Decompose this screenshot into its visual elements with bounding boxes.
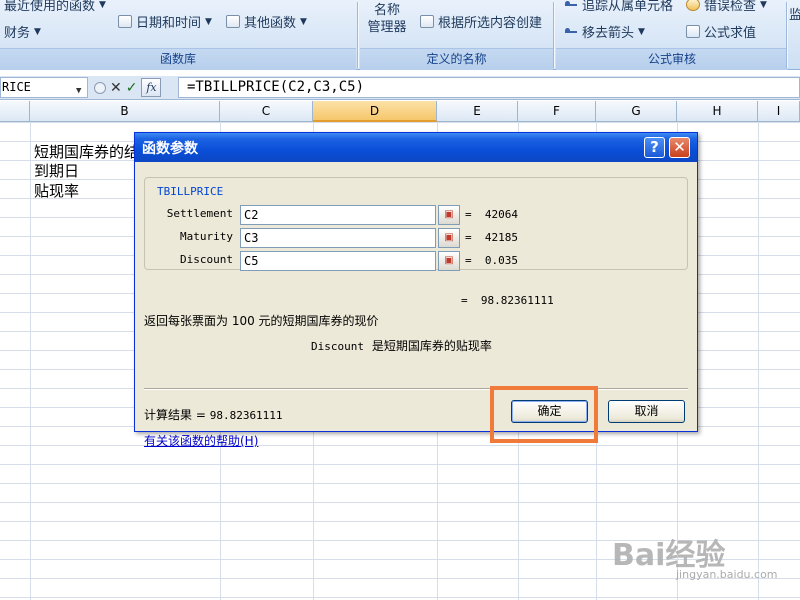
function-library-group: 最近使用的函数 ▼ 财务 ▼ 日期和时间 ▼ 其他函数 ▼ 函数库 — [0, 0, 356, 70]
baidu-watermark: Bai经验 jingyan.baidu.com — [612, 530, 778, 581]
formula-bar: RICE ▼ ✕ ✓ fx =TBILLPRICE(C2,C3,C5) — [0, 76, 800, 100]
column-header-c[interactable]: C — [220, 101, 313, 122]
calendar-icon — [118, 15, 132, 28]
chevron-down-icon: ▼ — [760, 0, 767, 10]
error-checking-button[interactable]: 错误检查 ▼ — [686, 0, 767, 14]
remove-arrows-icon — [564, 25, 578, 38]
remove-arrows-button[interactable]: 移去箭头 ▼ — [564, 22, 645, 41]
datetime-button[interactable]: 日期和时间 ▼ — [118, 12, 212, 31]
grid-line — [758, 122, 759, 600]
function-description: 返回每张票面为 100 元的短期国库券的现价 — [144, 314, 379, 328]
name-box[interactable]: RICE ▼ — [0, 77, 88, 98]
enter-formula-button[interactable]: ✓ — [126, 80, 138, 96]
chevron-down-icon: ▼ — [300, 16, 307, 27]
function-library-label: 函数库 — [0, 48, 356, 70]
argument-label: Discount — [180, 253, 233, 266]
collapse-dialog-icon[interactable]: ▣ — [438, 251, 460, 271]
column-header-d[interactable]: D — [313, 101, 437, 122]
function-name-legend: TBILLPRICE — [155, 185, 226, 198]
chevron-down-icon[interactable]: ▼ — [76, 82, 81, 101]
trace-arrow-icon — [564, 0, 578, 11]
evaluate-icon — [686, 25, 700, 38]
dialog-title-bar[interactable]: 函数参数 ? ✕ — [135, 133, 697, 162]
function-arguments-dialog: 函数参数 ? ✕ TBILLPRICE Settlement C2 ▣ = 42… — [134, 132, 698, 448]
collapse-dialog-icon[interactable]: ▣ — [438, 228, 460, 248]
help-icon[interactable]: ? — [644, 137, 665, 158]
chevron-down-icon: ▼ — [99, 0, 106, 10]
column-header-b[interactable]: B — [30, 101, 220, 122]
more-functions-icon — [226, 15, 240, 28]
recent-functions-button[interactable]: 最近使用的函数 ▼ — [4, 0, 106, 14]
collapse-dialog-icon[interactable]: ▣ — [438, 205, 460, 225]
dialog-divider — [144, 388, 688, 390]
group-separator — [357, 2, 359, 68]
cancel-formula-button[interactable]: ✕ — [110, 80, 122, 96]
watch-window-button[interactable]: 监 — [789, 4, 800, 23]
argument-row-settlement: Settlement C2 ▣ = 42064 — [145, 205, 575, 225]
error-check-icon — [686, 0, 700, 11]
other-functions-button[interactable]: 其他函数 ▼ — [226, 12, 307, 31]
settlement-input[interactable]: C2 — [240, 205, 436, 225]
defined-names-label: 定义的名称 — [360, 48, 553, 70]
evaluate-formula-button[interactable]: 公式求值 — [686, 22, 756, 41]
insert-function-button[interactable]: fx — [141, 78, 162, 97]
argument-value: = 42185 — [465, 231, 518, 244]
argument-label: Maturity — [180, 230, 233, 243]
watermark-site: jingyan.baidu.com — [676, 568, 778, 581]
maturity-input[interactable]: C3 — [240, 228, 436, 248]
cell-b3[interactable]: 到期日 — [34, 162, 79, 181]
column-header-g[interactable]: G — [596, 101, 677, 122]
argument-row-discount: Discount C5 ▣ = 0.035 — [145, 251, 575, 271]
column-header-e[interactable]: E — [437, 101, 518, 122]
table-icon — [420, 15, 434, 28]
argument-value: = 42064 — [465, 208, 518, 221]
formula-input[interactable]: =TBILLPRICE(C2,C3,C5) — [178, 77, 800, 98]
dialog-title: 函数参数 — [142, 141, 198, 157]
argument-row-maturity: Maturity C3 ▣ = 42185 — [145, 228, 575, 248]
cell-b2[interactable]: 短期国库券的结 — [34, 143, 139, 162]
argument-value: = 0.035 — [465, 254, 518, 267]
formula-auditing-label: 公式审核 — [556, 48, 788, 70]
group-separator — [553, 2, 555, 68]
trace-dependents-button[interactable]: 追踪从属单元格 — [564, 0, 673, 14]
argument-description: Discount 是短期国库券的贴现率 — [311, 339, 492, 353]
calculation-result: 计算结果 = 98.82361111 — [144, 408, 283, 422]
column-header-h[interactable]: H — [677, 101, 758, 122]
column-header-i[interactable]: I — [758, 101, 800, 122]
dialog-body: TBILLPRICE Settlement C2 ▣ = 42064 Matur… — [135, 162, 697, 448]
ribbon: 最近使用的函数 ▼ 财务 ▼ 日期和时间 ▼ 其他函数 ▼ 函数库 定义的名称 名称 管… — [0, 0, 800, 70]
function-result: = 98.82361111 — [461, 294, 554, 307]
chevron-down-icon: ▼ — [205, 16, 212, 27]
name-manager-button[interactable]: 名称 管理器 — [362, 2, 412, 36]
discount-input[interactable]: C5 — [240, 251, 436, 271]
group-separator — [786, 2, 788, 68]
close-icon[interactable]: ✕ — [669, 137, 690, 158]
finance-button[interactable]: 财务 ▼ — [4, 22, 41, 41]
cell-b4[interactable]: 贴现率 — [34, 182, 79, 201]
formula-buttons: ✕ ✓ fx — [90, 77, 174, 98]
function-help-link[interactable]: 有关该函数的帮助(H) — [144, 432, 258, 449]
cancel-button[interactable]: 取消 — [608, 400, 685, 423]
arguments-group: TBILLPRICE Settlement C2 ▣ = 42064 Matur… — [144, 177, 688, 271]
grid-line — [30, 122, 31, 600]
column-header-f[interactable]: F — [518, 101, 596, 122]
row-header-corner[interactable] — [0, 101, 30, 122]
formula-bar-grip-icon — [94, 81, 106, 94]
create-from-selection-button[interactable]: 根据所选内容创建 — [420, 12, 542, 31]
argument-label: Settlement — [166, 207, 233, 220]
highlight-box — [490, 386, 598, 443]
chevron-down-icon: ▼ — [638, 26, 645, 37]
chevron-down-icon: ▼ — [34, 26, 41, 37]
